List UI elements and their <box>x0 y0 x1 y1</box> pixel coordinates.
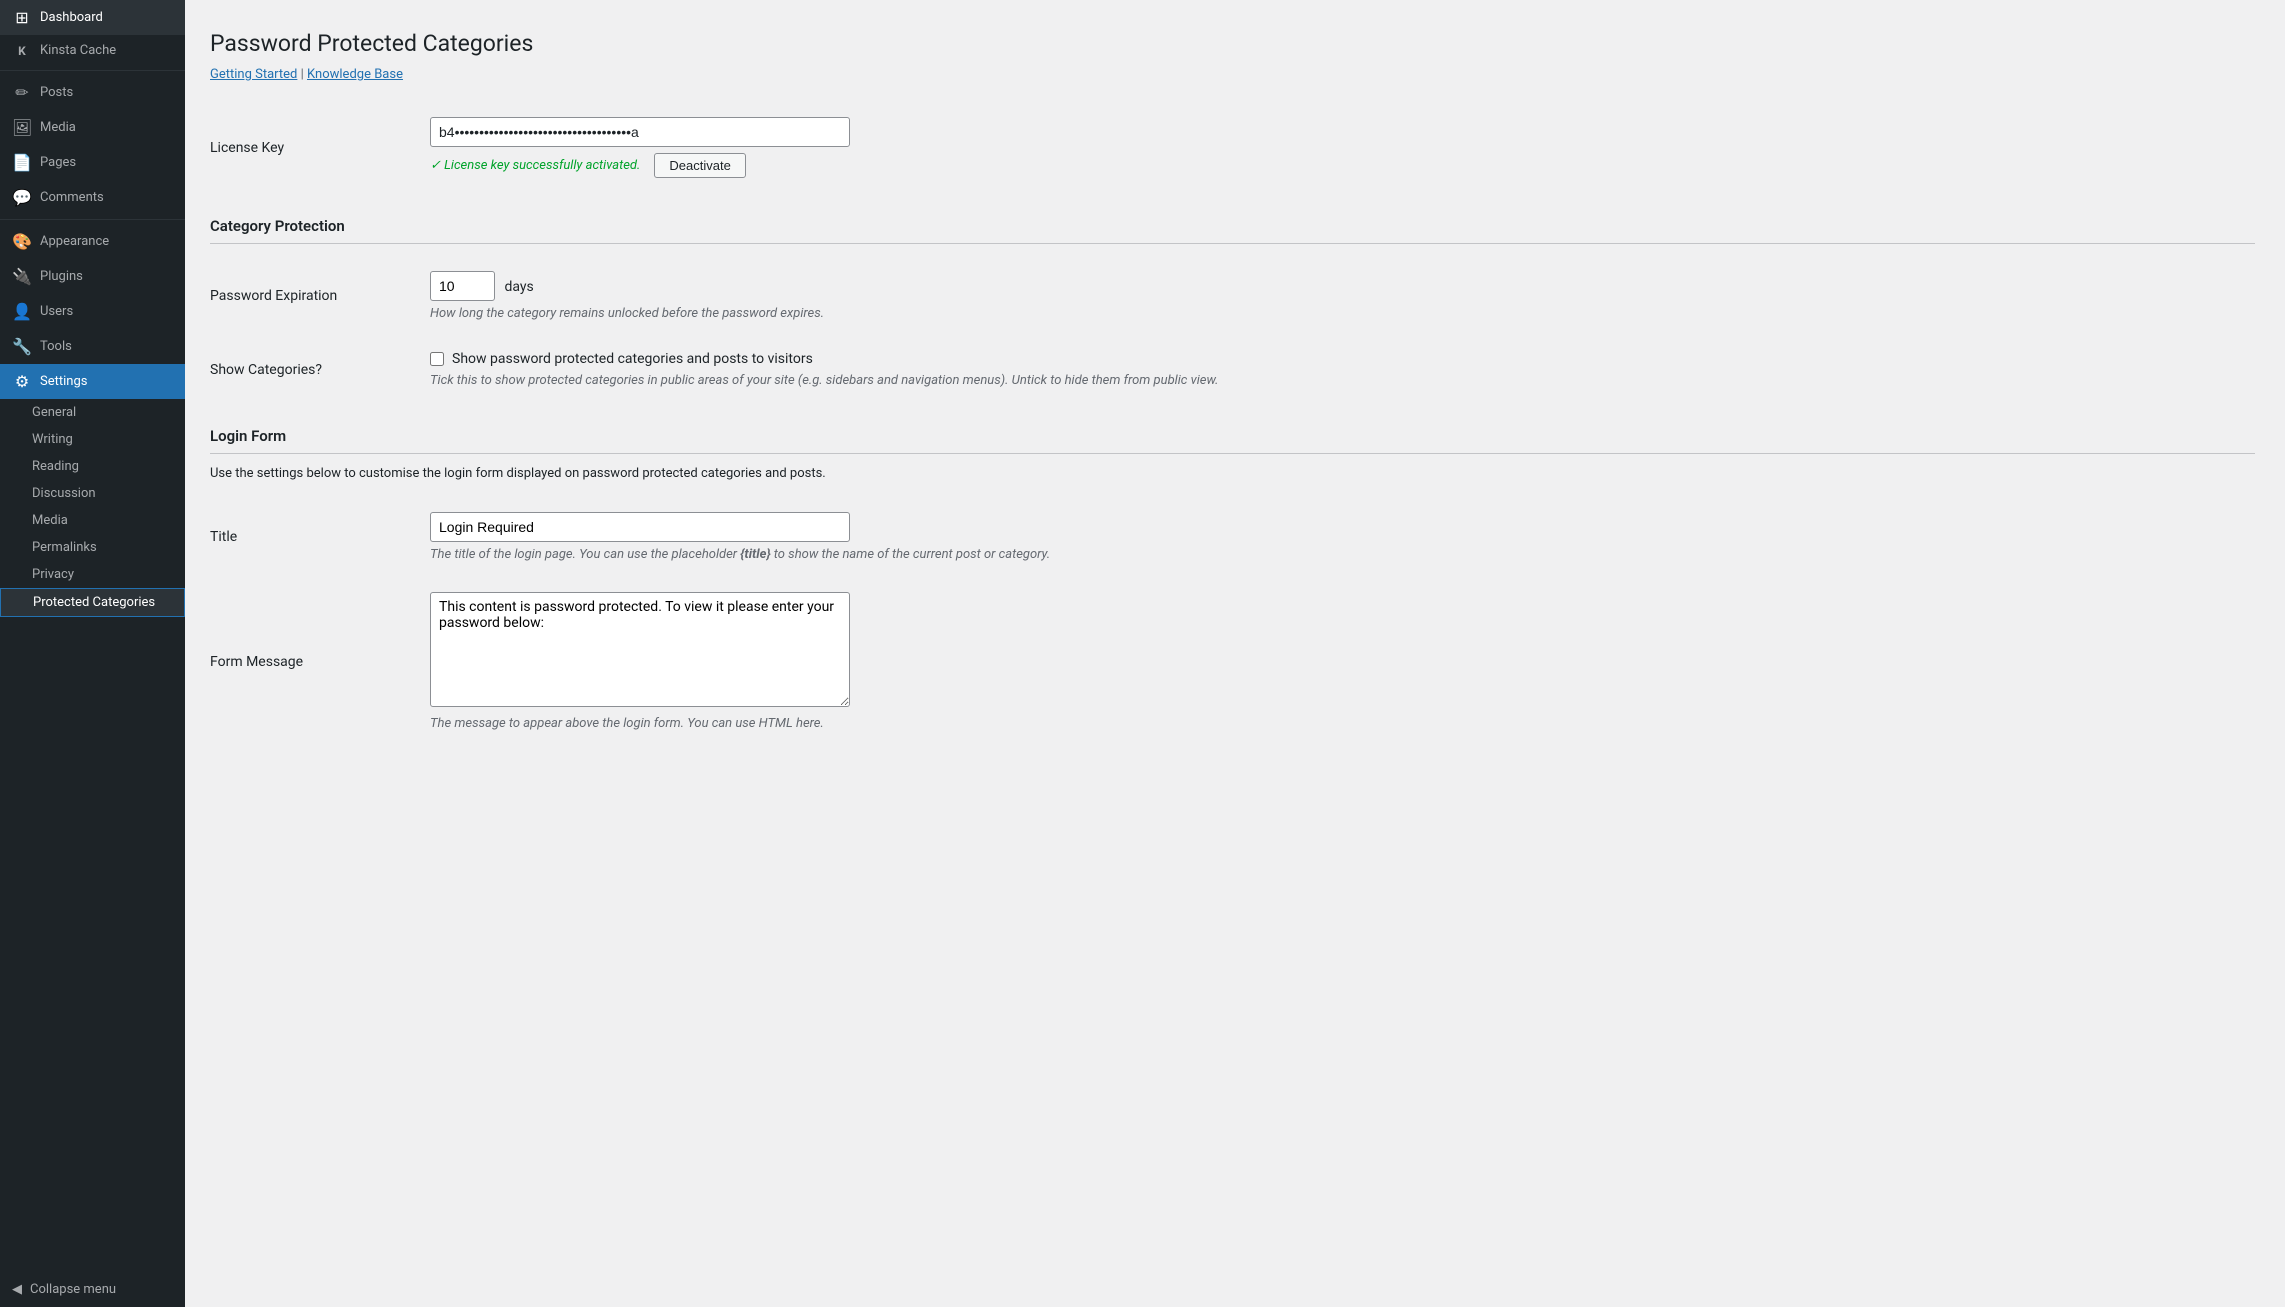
sidebar-item-media[interactable]: 🖼 Media <box>0 110 185 145</box>
title-input[interactable] <box>430 512 850 542</box>
dashboard-icon: ⊞ <box>12 8 32 27</box>
form-message-row: Form Message This content is password pr… <box>210 577 2255 746</box>
sidebar-item-dashboard[interactable]: ⊞ Dashboard <box>0 0 185 35</box>
login-form-heading: Login Form <box>210 427 2255 454</box>
sidebar-item-privacy[interactable]: Privacy <box>0 561 185 588</box>
sidebar-item-label: Kinsta Cache <box>40 43 116 58</box>
password-expiration-row: Password Expiration days How long the ca… <box>210 256 2255 336</box>
sidebar-item-label: Plugins <box>40 269 83 284</box>
form-message-label: Form Message <box>210 654 303 670</box>
title-row: Title The title of the login page. You c… <box>210 497 2255 577</box>
users-icon: 👤 <box>12 302 32 321</box>
pages-icon: 📄 <box>12 153 32 172</box>
license-key-label: License Key <box>210 140 284 156</box>
license-success-message: ✓ License key successfully activated. <box>430 158 640 173</box>
sidebar-divider-2 <box>0 219 185 220</box>
sidebar-item-label: Comments <box>40 190 104 205</box>
password-expiration-input[interactable] <box>430 271 495 301</box>
main-content: Password Protected Categories Getting St… <box>185 0 2285 1307</box>
show-categories-row: Show Categories? Show password protected… <box>210 336 2255 403</box>
settings-submenu: General Writing Reading Discussion Media… <box>0 399 185 617</box>
media-icon: 🖼 <box>12 118 32 137</box>
sidebar-item-label: Pages <box>40 155 76 170</box>
show-categories-label: Show Categories? <box>210 362 322 378</box>
appearance-icon: 🎨 <box>12 232 32 251</box>
form-message-textarea[interactable]: This content is password protected. To v… <box>430 592 850 707</box>
sidebar-item-posts[interactable]: ✏ Posts <box>0 75 185 110</box>
category-protection-table: Password Expiration days How long the ca… <box>210 256 2255 403</box>
sidebar-item-protected-categories[interactable]: Protected Categories <box>0 588 185 617</box>
sidebar-item-label: Posts <box>40 85 73 100</box>
sidebar-item-plugins[interactable]: 🔌 Plugins <box>0 259 185 294</box>
sidebar-item-label: Media <box>40 120 76 135</box>
sidebar-item-label: Appearance <box>40 234 109 249</box>
sidebar-item-label: Settings <box>40 374 87 389</box>
show-categories-checkbox-label: Show password protected categories and p… <box>452 351 813 367</box>
login-form-table: Title The title of the login page. You c… <box>210 497 2255 746</box>
comments-icon: 💬 <box>12 188 32 207</box>
license-table: License Key ✓ License key successfully a… <box>210 102 2255 193</box>
sidebar-item-comments[interactable]: 💬 Comments <box>0 180 185 215</box>
posts-icon: ✏ <box>12 83 32 102</box>
license-field-wrapper: ✓ License key successfully activated. De… <box>430 117 2255 178</box>
sidebar-item-label: Users <box>40 304 73 319</box>
sidebar-item-users[interactable]: 👤 Users <box>0 294 185 329</box>
form-message-description: The message to appear above the login fo… <box>430 716 2255 731</box>
knowledge-base-link[interactable]: Knowledge Base <box>307 67 403 82</box>
title-description: The title of the login page. You can use… <box>430 547 2255 562</box>
sidebar-item-writing[interactable]: Writing <box>0 426 185 453</box>
sidebar-item-kinsta-cache[interactable]: K Kinsta Cache <box>0 35 185 66</box>
page-title: Password Protected Categories <box>210 30 2255 57</box>
sidebar-item-discussion[interactable]: Discussion <box>0 480 185 507</box>
login-form-description: Use the settings below to customise the … <box>210 466 2255 481</box>
sidebar-item-pages[interactable]: 📄 Pages <box>0 145 185 180</box>
sidebar-item-general[interactable]: General <box>0 399 185 426</box>
title-label: Title <box>210 529 237 545</box>
password-expiration-label: Password Expiration <box>210 288 337 304</box>
license-key-input[interactable] <box>430 117 850 147</box>
sidebar: ⊞ Dashboard K Kinsta Cache ✏ Posts 🖼 Med… <box>0 0 185 1307</box>
settings-icon: ⚙ <box>12 372 32 391</box>
tools-icon: 🔧 <box>12 337 32 356</box>
license-status-row: ✓ License key successfully activated. De… <box>430 153 2255 178</box>
sidebar-item-label: Tools <box>40 339 72 354</box>
sidebar-item-appearance[interactable]: 🎨 Appearance <box>0 224 185 259</box>
days-label: days <box>504 279 533 295</box>
getting-started-link[interactable]: Getting Started <box>210 67 297 82</box>
collapse-icon: ◀ <box>12 1282 22 1297</box>
show-categories-checkbox-row: Show password protected categories and p… <box>430 351 2255 367</box>
show-categories-checkbox[interactable] <box>430 352 444 366</box>
deactivate-button[interactable]: Deactivate <box>654 153 745 178</box>
license-row: License Key ✓ License key successfully a… <box>210 102 2255 193</box>
sidebar-item-settings[interactable]: ⚙ Settings <box>0 364 185 399</box>
sidebar-item-reading[interactable]: Reading <box>0 453 185 480</box>
collapse-menu-button[interactable]: ◀ Collapse menu <box>0 1272 185 1307</box>
plugins-icon: 🔌 <box>12 267 32 286</box>
sidebar-divider <box>0 70 185 71</box>
kinsta-icon: K <box>12 44 32 58</box>
sidebar-item-media-sub[interactable]: Media <box>0 507 185 534</box>
show-categories-description: Tick this to show protected categories i… <box>430 373 2255 388</box>
category-protection-heading: Category Protection <box>210 217 2255 244</box>
collapse-label: Collapse menu <box>30 1282 116 1297</box>
sidebar-item-label: Dashboard <box>40 10 103 25</box>
password-expiration-description: How long the category remains unlocked b… <box>430 306 2255 321</box>
breadcrumb: Getting Started | Knowledge Base <box>210 67 2255 82</box>
sidebar-item-permalinks[interactable]: Permalinks <box>0 534 185 561</box>
sidebar-item-tools[interactable]: 🔧 Tools <box>0 329 185 364</box>
